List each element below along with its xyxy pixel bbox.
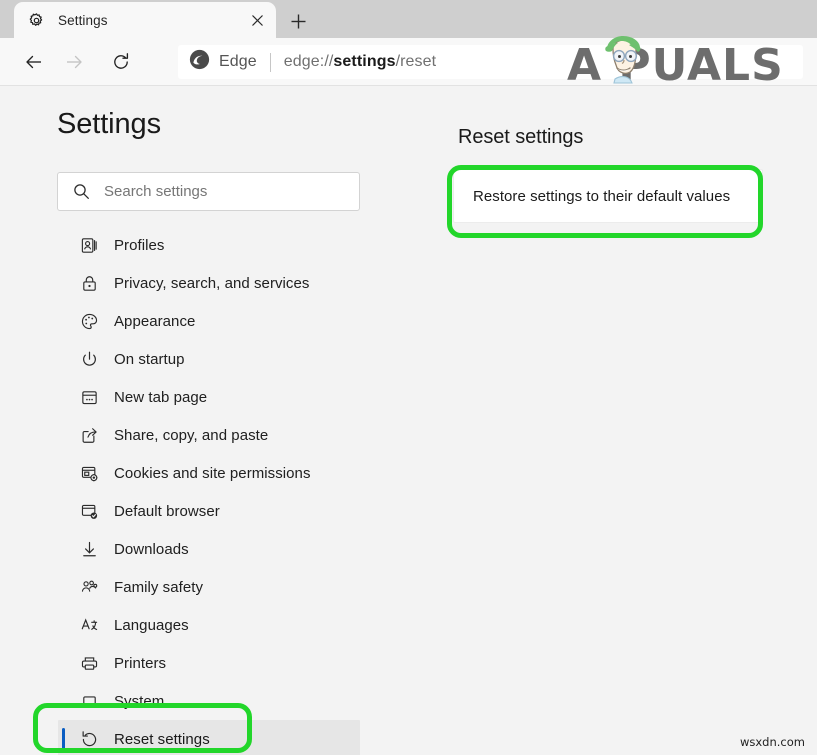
sidebar-item-label: Profiles <box>114 236 165 254</box>
footer-watermark: wsxdn.com <box>739 735 805 749</box>
power-icon <box>78 348 100 370</box>
sidebar-item-default-browser[interactable]: Default browser <box>0 492 386 530</box>
sidebar-item-label: New tab page <box>114 388 208 406</box>
restore-defaults-row[interactable]: Restore settings to their default values <box>453 169 763 223</box>
close-icon[interactable] <box>246 9 268 31</box>
settings-sidebar: Settings Profi <box>0 86 386 755</box>
settings-page: Settings Profi <box>0 86 817 755</box>
url-suffix: /reset <box>395 53 437 70</box>
sidebar-item-label: Downloads <box>114 540 189 558</box>
sidebar-item-label: Reset settings <box>114 730 210 748</box>
family-icon <box>78 576 100 598</box>
browser-toolbar: Edge edge://settings/reset <box>0 38 817 86</box>
sidebar-item-reset-settings[interactable]: Reset settings <box>58 720 360 755</box>
url-prefix: edge:// <box>283 53 334 70</box>
sidebar-item-profiles[interactable]: Profiles <box>0 226 386 264</box>
lock-icon <box>78 272 100 294</box>
tab-strip: Settings <box>0 0 817 38</box>
section-heading: Reset settings <box>458 126 584 148</box>
reset-icon <box>78 728 100 750</box>
search-input[interactable] <box>104 183 359 200</box>
cookies-icon <box>78 462 100 484</box>
laptop-icon <box>78 690 100 712</box>
edge-brand: Edge <box>189 49 257 75</box>
sidebar-item-label: System <box>114 692 165 710</box>
sidebar-item-cookies[interactable]: Cookies and site permissions <box>0 454 386 492</box>
sidebar-item-label: Family safety <box>114 578 204 596</box>
sidebar-item-system[interactable]: System <box>0 682 386 720</box>
url-divider <box>269 52 271 72</box>
sidebar-item-label: Cookies and site permissions <box>114 464 311 482</box>
search-icon <box>58 183 104 200</box>
sidebar-item-languages[interactable]: Languages <box>0 606 386 644</box>
sidebar-item-label: Languages <box>114 616 189 634</box>
sidebar-item-label: On startup <box>114 350 185 368</box>
search-settings-box[interactable] <box>57 172 360 211</box>
tab-strip-lead <box>0 0 14 38</box>
url-strong: settings <box>333 53 396 70</box>
default-browser-icon <box>78 500 100 522</box>
back-button[interactable] <box>17 45 51 79</box>
settings-nav-list: Profiles Privacy, search, and services A… <box>0 226 386 755</box>
sidebar-item-share-copy-paste[interactable]: Share, copy, and paste <box>0 416 386 454</box>
sidebar-item-label: Share, copy, and paste <box>114 426 269 444</box>
sidebar-item-privacy[interactable]: Privacy, search, and services <box>0 264 386 302</box>
reset-settings-panel: Reset settings Restore settings to their… <box>396 86 817 755</box>
reload-button[interactable] <box>104 45 138 79</box>
sidebar-item-family-safety[interactable]: Family safety <box>0 568 386 606</box>
palette-icon <box>78 310 100 332</box>
sidebar-item-downloads[interactable]: Downloads <box>0 530 386 568</box>
sidebar-item-label: Printers <box>114 654 167 672</box>
sidebar-item-new-tab-page[interactable]: New tab page <box>0 378 386 416</box>
share-icon <box>78 424 100 446</box>
profiles-icon <box>78 234 100 256</box>
url-text: edge://settings/reset <box>284 53 436 71</box>
download-icon <box>78 538 100 560</box>
sidebar-item-appearance[interactable]: Appearance <box>0 302 386 340</box>
new-tab-page-icon <box>78 386 100 408</box>
edge-brand-label: Edge <box>219 53 257 70</box>
languages-icon <box>78 614 100 636</box>
page-title: Settings <box>57 108 161 140</box>
sidebar-scrollbar[interactable] <box>382 86 386 755</box>
sidebar-item-printers[interactable]: Printers <box>0 644 386 682</box>
new-tab-button[interactable] <box>278 5 318 38</box>
tab-title: Settings <box>58 12 108 28</box>
forward-button <box>57 45 91 79</box>
tab-settings[interactable]: Settings <box>14 2 276 38</box>
sidebar-item-label: Default browser <box>114 502 220 520</box>
printer-icon <box>78 652 100 674</box>
sidebar-item-label: Privacy, search, and services <box>114 274 310 292</box>
restore-defaults-label: Restore settings to their default values <box>473 187 731 205</box>
address-bar[interactable]: Edge edge://settings/reset <box>178 45 803 79</box>
edge-logo-icon <box>189 49 210 75</box>
selection-indicator <box>62 728 65 750</box>
sidebar-item-label: Appearance <box>114 312 196 330</box>
sidebar-item-on-startup[interactable]: On startup <box>0 340 386 378</box>
gear-icon <box>28 12 45 29</box>
